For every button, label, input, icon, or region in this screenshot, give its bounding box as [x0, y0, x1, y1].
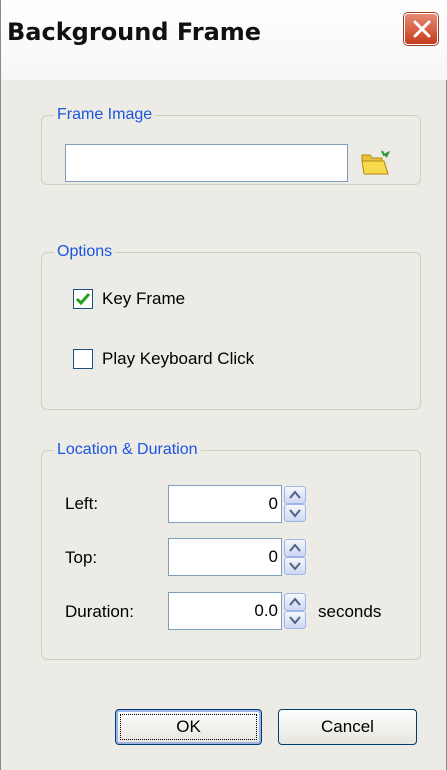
play-keyboard-click-checkbox[interactable]	[73, 349, 93, 369]
arrow-down-icon	[289, 562, 301, 571]
frame-image-group: Frame Image	[41, 104, 421, 185]
options-legend: Options	[54, 241, 116, 263]
ok-button[interactable]: OK	[115, 709, 262, 745]
spin-up-button[interactable]	[284, 593, 306, 611]
arrow-up-icon	[289, 597, 301, 606]
title-bar[interactable]: Background Frame	[1, 0, 447, 80]
options-group: Options Key Frame Play Keyboard Click	[41, 241, 421, 410]
spin-down-button[interactable]	[284, 504, 306, 522]
left-input[interactable]: 0	[168, 485, 282, 523]
top-label: Top:	[65, 548, 98, 567]
spin-up-button[interactable]	[284, 486, 306, 504]
play-keyboard-click-label[interactable]: Play Keyboard Click	[102, 349, 254, 369]
key-frame-checkbox[interactable]	[73, 289, 93, 309]
top-input[interactable]: 0	[168, 538, 282, 576]
checkmark-icon	[75, 293, 91, 306]
frame-image-path-input[interactable]	[65, 144, 348, 182]
top-spinner[interactable]	[284, 539, 306, 575]
key-frame-label[interactable]: Key Frame	[102, 289, 185, 309]
arrow-up-icon	[289, 490, 301, 499]
focus-ring	[120, 714, 257, 740]
spin-down-button[interactable]	[284, 611, 306, 629]
left-label: Left:	[65, 494, 99, 513]
close-button[interactable]	[404, 13, 438, 45]
cancel-button[interactable]: Cancel	[278, 709, 417, 745]
close-icon	[413, 20, 431, 38]
duration-spinner[interactable]	[284, 593, 306, 629]
arrow-down-icon	[289, 509, 301, 518]
left-spinner[interactable]	[284, 486, 306, 522]
dialog-window: Background Frame Frame Image Options Key…	[0, 0, 447, 770]
frame-image-legend: Frame Image	[54, 104, 156, 126]
duration-input[interactable]: 0.0	[168, 592, 282, 630]
duration-label: Duration:	[65, 602, 134, 621]
spin-up-button[interactable]	[284, 539, 306, 557]
location-duration-group: Location & Duration Left: 0 Top: 0 Durat…	[41, 439, 421, 660]
arrow-up-icon	[289, 543, 301, 552]
folder-open-icon	[361, 150, 391, 175]
spin-down-button[interactable]	[284, 557, 306, 575]
arrow-down-icon	[289, 616, 301, 625]
cancel-button-label: Cancel	[321, 717, 374, 736]
window-title: Background Frame	[7, 18, 262, 46]
browse-folder-button[interactable]	[360, 149, 391, 177]
duration-unit-label: seconds	[318, 602, 382, 621]
location-duration-legend: Location & Duration	[54, 439, 201, 461]
